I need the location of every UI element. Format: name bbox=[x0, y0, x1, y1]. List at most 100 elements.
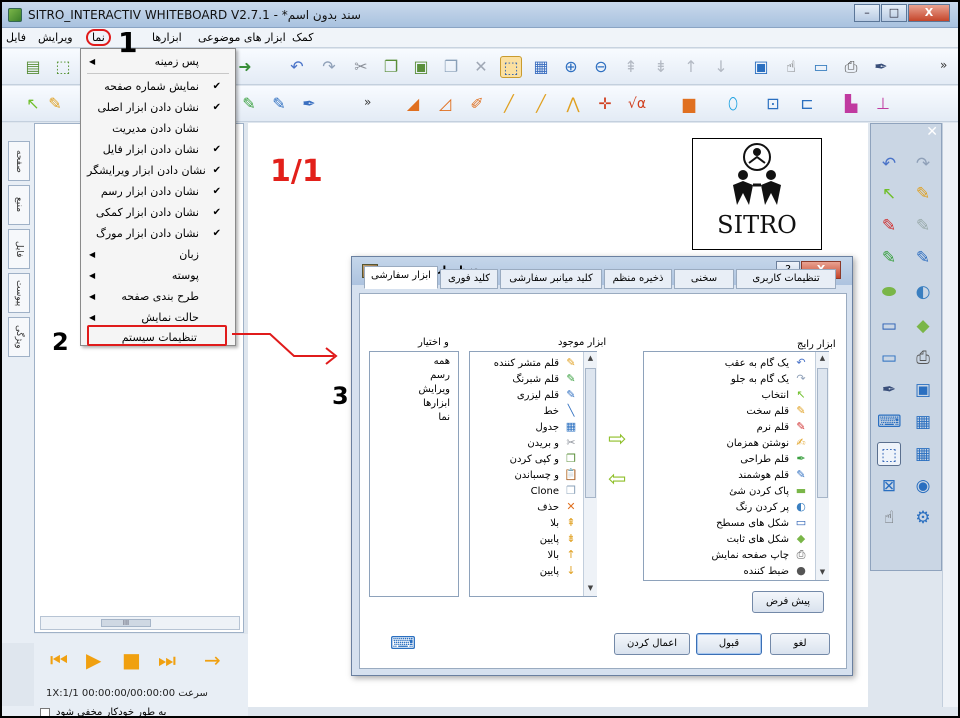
tab-autosave[interactable]: ذخیره منظم bbox=[604, 269, 672, 289]
undo-icon[interactable]: ↶ bbox=[286, 56, 308, 78]
view-menu-item[interactable]: نشان دادن ابزار فایل ✔ bbox=[87, 139, 227, 160]
magnifier-tool-icon[interactable]: ⊡ bbox=[762, 93, 784, 115]
tab-attachment[interactable]: پیوست bbox=[8, 273, 30, 313]
palette-hand-icon[interactable]: ☝ bbox=[877, 506, 901, 530]
menu-subject-tools[interactable]: ابزار های موضوعی bbox=[198, 31, 286, 44]
menu-help[interactable]: کمک bbox=[292, 31, 313, 44]
move-up-icon[interactable]: ↑ bbox=[680, 56, 702, 78]
list-item[interactable]: قلم شبرنگ ✎ bbox=[512, 372, 578, 387]
view-menu-item[interactable]: نشان دادن ابزار مورگ ✔ bbox=[87, 223, 227, 244]
display-icon[interactable]: ▭ bbox=[810, 56, 832, 78]
list-item[interactable]: قلم هوشمند ✎ bbox=[738, 468, 808, 483]
forward-icon[interactable]: ⏭ bbox=[158, 648, 176, 672]
scroll-thumb[interactable] bbox=[817, 368, 828, 498]
menu-file[interactable]: فایل bbox=[6, 31, 26, 44]
tab-page[interactable]: صفحه bbox=[8, 141, 30, 181]
palette-redo-icon[interactable]: ↷ bbox=[911, 152, 935, 176]
screen-icon[interactable]: ▣ bbox=[750, 56, 772, 78]
screen-shade-icon[interactable]: ⊏ bbox=[796, 93, 818, 115]
list-item[interactable]: شکل های مسطح ▭ bbox=[716, 516, 808, 531]
tab-user-settings[interactable]: تنظیمات کاربری bbox=[736, 269, 836, 289]
next-arrow-icon[interactable]: → bbox=[204, 648, 221, 672]
list-item[interactable]: Clone ❐ bbox=[531, 484, 578, 499]
list-item[interactable]: ضبط کننده ● bbox=[744, 564, 808, 579]
play-icon[interactable]: ▶ bbox=[86, 648, 101, 672]
delete-icon[interactable]: ✕ bbox=[470, 56, 492, 78]
highlighter-icon[interactable]: ✎ bbox=[238, 93, 260, 115]
paste-icon[interactable]: ▣ bbox=[410, 56, 432, 78]
available-tools-scrollbar[interactable]: ▲ ▼ bbox=[583, 352, 597, 596]
scroll-thumb[interactable] bbox=[585, 368, 596, 498]
scroll-down-icon[interactable]: ▼ bbox=[584, 582, 597, 595]
list-item[interactable]: چاپ صفحه نمایش ⎙ bbox=[711, 548, 808, 563]
horizontal-scrollbar[interactable]: III bbox=[40, 616, 240, 630]
insert-icon[interactable]: ➜ bbox=[234, 56, 256, 78]
view-menu-item[interactable]: نشان دادن ابزار ویرایشگر ✔ bbox=[87, 160, 227, 181]
list-item[interactable]: پایین ⇟ bbox=[540, 532, 578, 547]
menu-edit[interactable]: ویرایش bbox=[38, 31, 73, 44]
brush-icon[interactable]: ╱ bbox=[530, 93, 552, 115]
move-down-icon[interactable]: ↓ bbox=[710, 56, 732, 78]
palette-fullscreen-icon[interactable]: ⊠ bbox=[877, 474, 901, 498]
list-item[interactable]: پر کردن رنگ ◐ bbox=[736, 500, 808, 515]
view-menu-item[interactable]: زبان ◀ bbox=[87, 244, 227, 265]
menu-tools[interactable]: ابزارها bbox=[152, 31, 182, 44]
scroll-down-icon[interactable]: ▼ bbox=[816, 566, 829, 579]
category-item[interactable]: نما bbox=[438, 412, 450, 427]
tab-hotkey[interactable]: کلید فوری bbox=[440, 269, 498, 289]
palette-select-icon[interactable]: ↖ bbox=[877, 182, 901, 206]
canvas-vertical-scrollbar[interactable] bbox=[942, 123, 958, 707]
protractor-icon[interactable]: ◿ bbox=[434, 93, 456, 115]
list-item[interactable]: حذف ✕ bbox=[537, 500, 578, 515]
palette-rectangle-icon[interactable]: ▭ bbox=[877, 314, 901, 338]
close-button[interactable]: X bbox=[908, 4, 950, 22]
formula-icon[interactable]: √α bbox=[626, 93, 648, 115]
scroll-thumb[interactable]: III bbox=[101, 619, 151, 627]
apply-button[interactable]: اعمال کردن bbox=[614, 633, 690, 655]
toolbar-expand-icon[interactable]: » bbox=[364, 95, 371, 109]
send-bottom-icon[interactable]: ⇟ bbox=[650, 56, 672, 78]
list-item[interactable]: و چسباندن 📋 bbox=[514, 468, 578, 483]
palette-highlighter-icon[interactable]: ✎ bbox=[877, 246, 901, 270]
ok-button[interactable]: قبول bbox=[696, 633, 762, 655]
triangle-ruler-icon[interactable]: ◢ bbox=[402, 93, 424, 115]
coordinate-icon[interactable]: ✛ bbox=[594, 93, 616, 115]
tab-file[interactable]: فایل bbox=[8, 229, 30, 269]
list-item[interactable]: پاک کردن شئ ▬ bbox=[729, 484, 808, 499]
tab-custom-tools[interactable]: ابزار سفارشی bbox=[364, 266, 438, 289]
category-item[interactable]: رسم bbox=[430, 370, 450, 385]
list-item[interactable]: انتخاب ↖ bbox=[762, 388, 809, 403]
tab-properties[interactable]: ویژگی bbox=[8, 317, 30, 357]
list-item[interactable]: و کپی کردن ❐ bbox=[510, 452, 578, 467]
view-menu-item[interactable]: نشان دادن ابزار رسم ✔ bbox=[87, 181, 227, 202]
redo-icon[interactable]: ↷ bbox=[318, 56, 340, 78]
cancel-button[interactable]: لغو bbox=[770, 633, 830, 655]
palette-marker-icon[interactable]: ✒ bbox=[877, 378, 901, 402]
view-menu-item[interactable]: نشان دادن مدیریت bbox=[87, 118, 227, 139]
list-item[interactable]: یک گام به جلو ↷ bbox=[731, 372, 808, 387]
palette-record-icon[interactable]: ▣ bbox=[911, 378, 935, 402]
divider-icon[interactable]: ⋀ bbox=[562, 93, 584, 115]
zoom-in-icon[interactable]: ⊕ bbox=[560, 56, 582, 78]
rewind-icon[interactable]: ⏮ bbox=[50, 648, 68, 672]
palette-close-icon[interactable]: ✕ bbox=[926, 124, 938, 140]
tab-speech[interactable]: سخنی bbox=[674, 269, 734, 289]
print-icon[interactable]: ⎙ bbox=[840, 56, 862, 78]
copy-icon[interactable]: ❐ bbox=[380, 56, 402, 78]
list-item[interactable]: قلم طراحی ✒ bbox=[740, 452, 808, 467]
list-item[interactable]: بلا ⇞ bbox=[550, 516, 578, 531]
stop-icon[interactable]: ■ bbox=[122, 648, 141, 672]
palette-shape-icon[interactable]: ◆ bbox=[911, 314, 935, 338]
chalk-icon[interactable]: ╱ bbox=[498, 93, 520, 115]
palette-print-icon[interactable]: ⎙ bbox=[911, 346, 935, 370]
laser-pen-icon[interactable]: ✒ bbox=[298, 93, 320, 115]
palette-soft-pen-icon[interactable]: ✎ bbox=[877, 214, 901, 238]
zoom-out-icon[interactable]: ⊖ bbox=[590, 56, 612, 78]
palette-layer-icon[interactable]: ▦ bbox=[911, 442, 935, 466]
compass-icon[interactable]: ✐ bbox=[466, 93, 488, 115]
list-item[interactable]: پایین ↓ bbox=[540, 564, 578, 579]
autohide-checkbox[interactable] bbox=[40, 708, 50, 716]
add-tool-arrow-icon[interactable]: ⇨ bbox=[608, 427, 626, 452]
view-menu-item[interactable]: نشان دادن ابزار اصلی ✔ bbox=[87, 97, 227, 118]
spotlight-icon[interactable]: ▙ bbox=[840, 93, 862, 115]
